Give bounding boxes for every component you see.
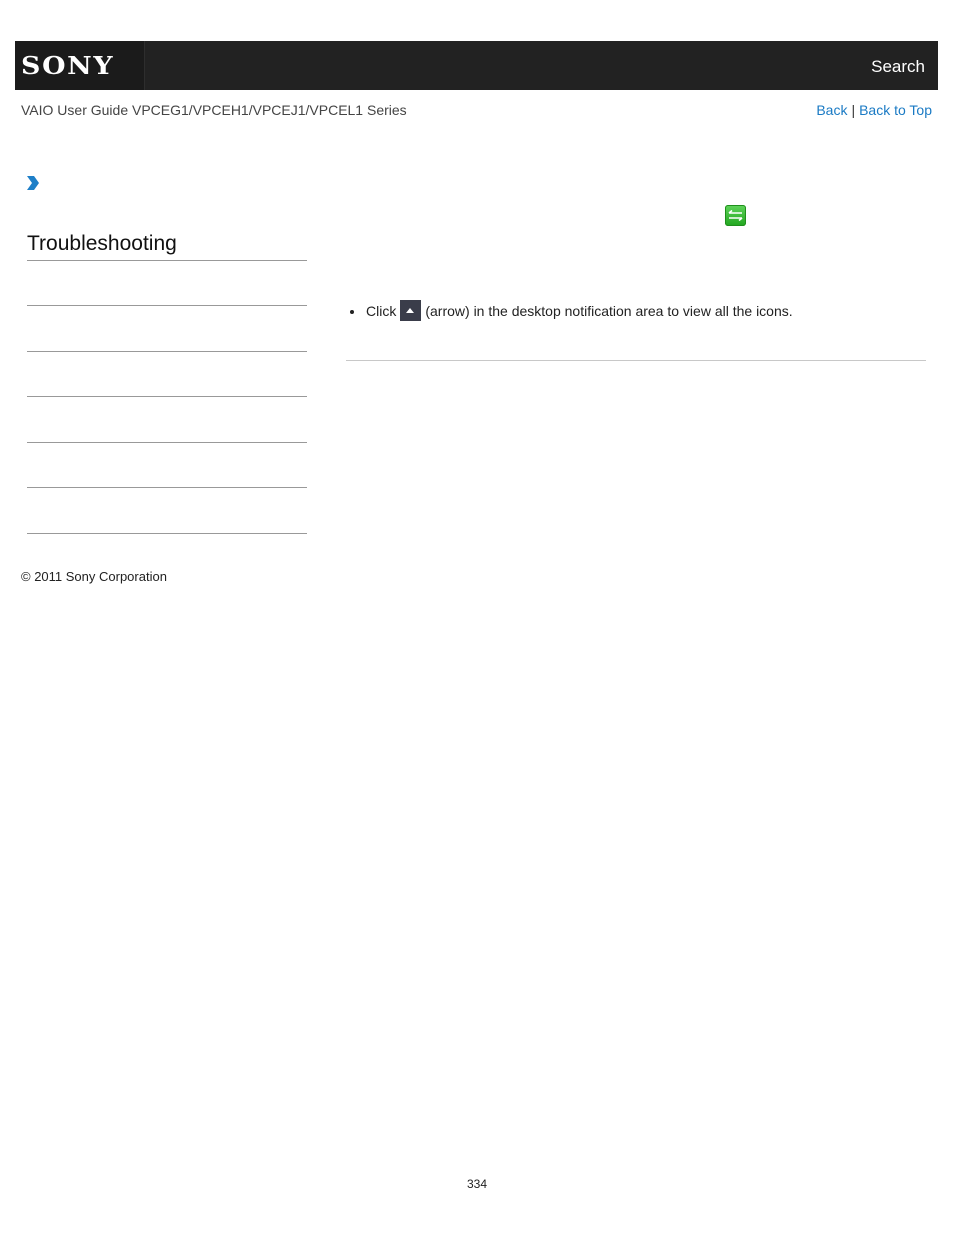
sony-logo[interactable]: SONY bbox=[15, 41, 145, 90]
back-link[interactable]: Back bbox=[816, 102, 847, 118]
sidebar-divider bbox=[27, 487, 307, 488]
page-number: 334 bbox=[466, 1177, 488, 1191]
sidebar-divider bbox=[27, 351, 307, 352]
bullet-text-after: (arrow) in the desktop notification area… bbox=[425, 302, 793, 319]
header-bar bbox=[15, 41, 938, 90]
list-item: Click (arrow) in the desktop notificatio… bbox=[350, 300, 793, 321]
nav-separator: | bbox=[851, 102, 856, 118]
search-link[interactable]: Search bbox=[871, 57, 925, 77]
sidebar-divider bbox=[27, 305, 307, 306]
nav-links: Back | Back to Top bbox=[816, 102, 932, 118]
chevron-right-icon[interactable] bbox=[26, 175, 40, 191]
green-sync-arrows-icon bbox=[725, 205, 746, 226]
sidebar-divider bbox=[27, 396, 307, 397]
up-arrow-icon bbox=[400, 300, 422, 321]
sidebar-title: Troubleshooting bbox=[27, 232, 177, 255]
bullet-text-before: Click bbox=[366, 302, 397, 319]
content-divider bbox=[346, 360, 926, 361]
logo-text: SONY bbox=[21, 51, 115, 80]
guide-title: VAIO User Guide VPCEG1/VPCEH1/VPCEJ1/VPC… bbox=[21, 102, 407, 118]
sidebar-divider bbox=[27, 260, 307, 261]
copyright: © 2011 Sony Corporation bbox=[21, 569, 167, 584]
sidebar-divider bbox=[27, 442, 307, 443]
bullet-icon bbox=[350, 309, 354, 314]
back-to-top-link[interactable]: Back to Top bbox=[859, 102, 932, 118]
sidebar-divider bbox=[27, 533, 307, 534]
